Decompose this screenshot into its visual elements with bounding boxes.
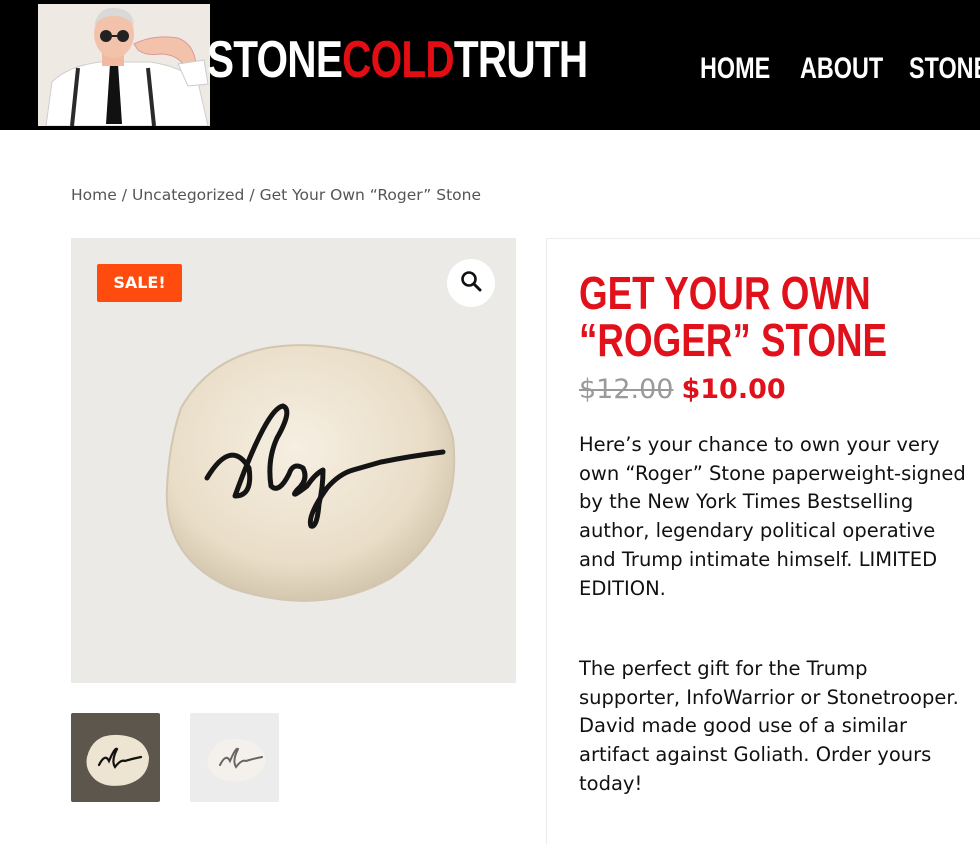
- sale-badge: SALE!: [97, 264, 182, 302]
- breadcrumb-separator: /: [249, 186, 255, 204]
- product-title-line1: GET YOUR OWN: [579, 267, 871, 319]
- old-price: $12.00: [579, 374, 674, 405]
- site-header: STONECOLDTRUTH HOME ABOUT STONEZ: [0, 0, 980, 130]
- gallery-thumbnail-2[interactable]: [190, 713, 279, 802]
- sale-price: $10.00: [681, 374, 786, 405]
- product-description-1: Here’s your chance to own your very own …: [579, 433, 966, 600]
- nav-home[interactable]: HOME: [700, 50, 770, 88]
- breadcrumb-home[interactable]: Home: [71, 186, 117, 204]
- breadcrumb: Home / Uncategorized / Get Your Own “Roger” …: [71, 186, 481, 204]
- breadcrumb-uncategorized[interactable]: Uncategorized: [132, 186, 244, 204]
- breadcrumb-current: Get Your Own “Roger” Stone: [259, 186, 481, 204]
- magnifier-icon: [460, 270, 482, 296]
- summary-divider: [546, 238, 547, 844]
- breadcrumb-separator: /: [121, 186, 128, 204]
- product-main-image[interactable]: SALE!: [71, 238, 516, 683]
- product-title: GET YOUR OWN “ROGER” STONE: [579, 270, 891, 364]
- product-title-line2: “ROGER” STONE: [579, 314, 888, 366]
- gallery-thumbnail-1[interactable]: [71, 713, 160, 802]
- product-description-2: The perfect gift for the Trump supporter…: [579, 657, 959, 795]
- zoom-button[interactable]: [447, 259, 495, 307]
- nav-stonez[interactable]: STONEZ: [909, 50, 980, 88]
- nav-about[interactable]: ABOUT: [800, 50, 883, 88]
- product-price: $12.00 $10.00: [579, 372, 786, 408]
- main-nav: HOME ABOUT STONEZ: [0, 50, 980, 90]
- summary-top-border: [546, 238, 980, 239]
